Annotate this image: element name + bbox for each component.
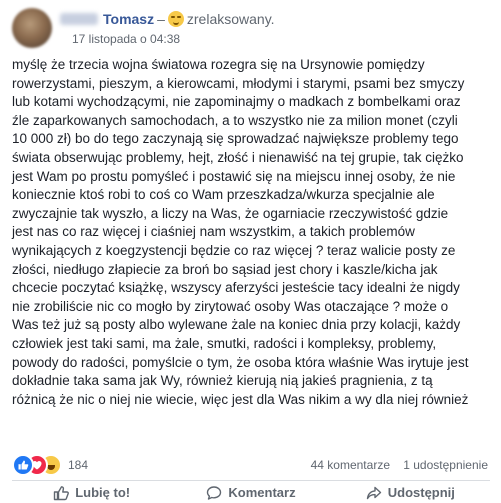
relieved-face-icon xyxy=(167,11,184,27)
reaction-count: 184 xyxy=(68,458,89,472)
post-text-line: złości, niedługo złapiecie za broń bo są… xyxy=(12,261,438,277)
post-text-line: myślę że trzecia wojna światowa rozegra … xyxy=(12,57,425,72)
post-text-line: jest nas co raz więcej i ciaśniej nam ws… xyxy=(12,224,415,240)
divider xyxy=(12,480,490,481)
post-body: myślę że trzecia wojna światowa rozegra … xyxy=(12,56,490,409)
author-line: Tomasz – zrelaksowany. xyxy=(60,11,275,27)
post-text-line: koniecznie ktoś robi to coś co Wam przes… xyxy=(12,187,435,203)
post-text-line: człowiek jest taki sami, ma żale, smutki… xyxy=(12,335,437,351)
shares-count-link[interactable]: 1 udostępnienie xyxy=(403,458,488,472)
post-text-line: nie zrobiliście nic co mogło by zirytowa… xyxy=(12,298,449,314)
post-meta: 17 listopada o 04:38 xyxy=(72,32,180,46)
engagement-stats: 184 44 komentarze 1 udostępnienie xyxy=(12,454,490,476)
comment-bubble-icon xyxy=(207,485,222,500)
facebook-post: Tomasz – zrelaksowany. 17 listopada o 04:3… xyxy=(0,0,501,503)
post-text-line: jest Wam po prostu pomyśleć i postawić s… xyxy=(12,168,456,184)
post-text-line: wynikających z koegzystencji będzie co r… xyxy=(12,242,456,258)
post-text-line: powody do radości, pomyślcie o tym, że o… xyxy=(12,354,469,370)
post-text-line: rowerzystami, pieszym, a kierowcami, mło… xyxy=(12,75,465,91)
timestamp[interactable]: 17 listopada o 04:38 xyxy=(72,32,180,46)
post-text-line: chcecie poczytać książkę, wszyscy aferzy… xyxy=(12,280,460,296)
separator: – xyxy=(157,11,165,27)
comments-count-link[interactable]: 44 komentarze xyxy=(311,458,390,472)
share-arrow-icon xyxy=(366,486,381,499)
comment-button[interactable]: Komentarz xyxy=(171,482,330,503)
post-text-line: różnicą że nic o niej nie wiecie, więc j… xyxy=(12,391,469,407)
avatar[interactable] xyxy=(12,8,52,48)
blurred-first-name xyxy=(60,13,98,25)
thumbs-up-icon xyxy=(12,454,34,476)
share-button[interactable]: Udostępnij xyxy=(331,482,490,503)
comment-label: Komentarz xyxy=(228,485,296,500)
feeling-text: zrelaksowany. xyxy=(186,11,275,27)
share-label: Udostępnij xyxy=(387,485,455,500)
like-button[interactable]: Lubię to! xyxy=(12,482,171,503)
post-text-line: świata obserwując problemy, hejt, złość … xyxy=(12,149,464,165)
post-text-line: dokładnie taka sama jak Wy, również kier… xyxy=(12,373,433,389)
thumbs-up-icon xyxy=(54,485,70,500)
author-name[interactable]: Tomasz xyxy=(103,11,154,27)
post-header: Tomasz – zrelaksowany. 17 listopada o 04:3… xyxy=(12,8,492,48)
post-text-line: 10 000 zł) bo do tego zaczynają się spro… xyxy=(12,131,459,147)
post-text-line: Was też już są posty albo wylewane żale … xyxy=(12,317,461,333)
post-text-line: lub kotami wychodzącymi, nie zapominajmy… xyxy=(12,94,461,110)
post-text-line: zwyczajnie tak wyszło, a liczy na Was, ż… xyxy=(12,205,449,221)
like-label: Lubię to! xyxy=(75,485,131,500)
action-bar: Lubię to! Komentarz Udostępnij xyxy=(12,482,490,503)
post-text-line: źle zaparkowanych samochodach, a to wszy… xyxy=(12,112,458,128)
